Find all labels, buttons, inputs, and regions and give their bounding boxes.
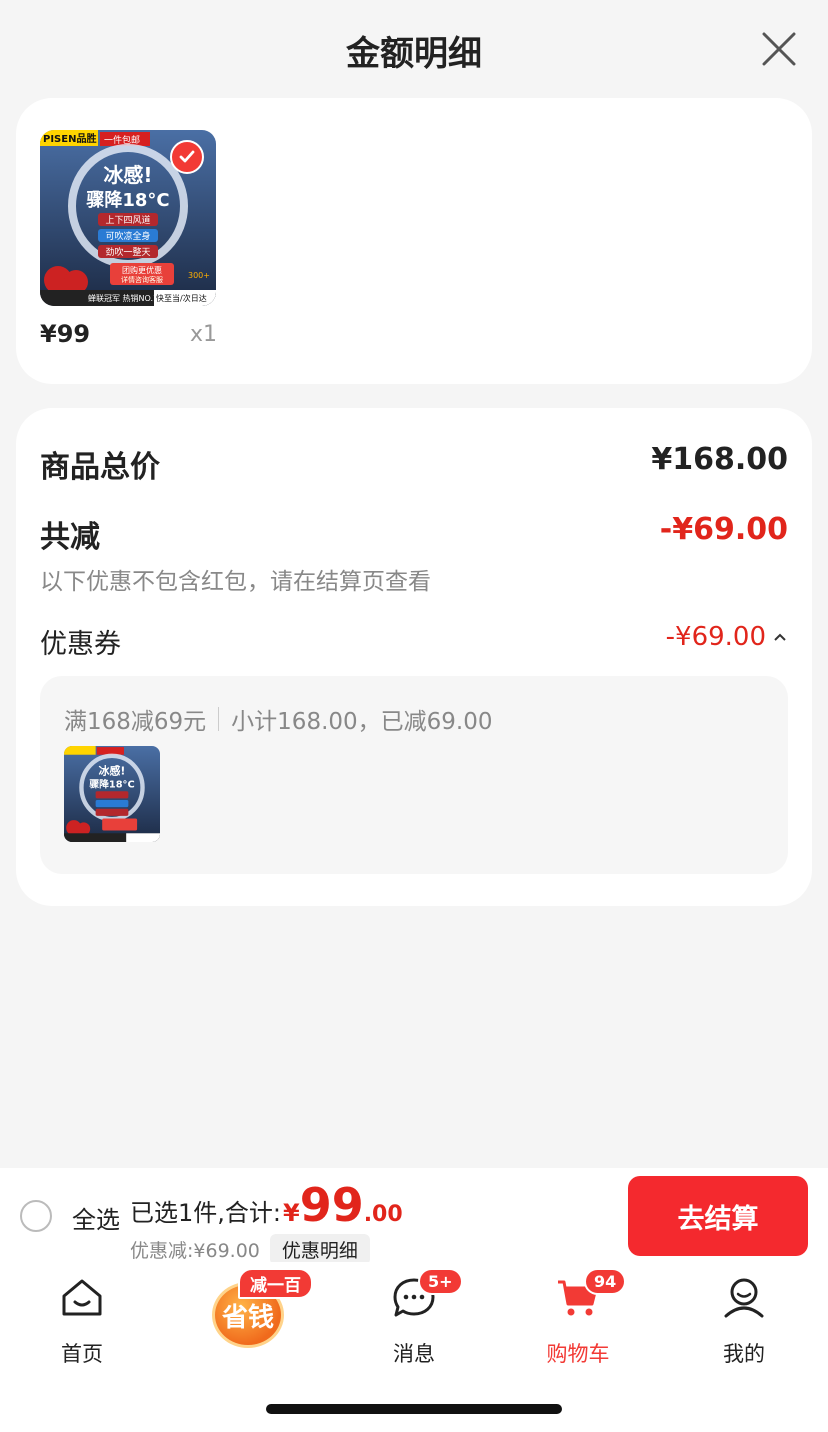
tag-text: 一件包邮 <box>104 134 140 146</box>
sheet-header: 金额明细 <box>0 0 828 96</box>
home-icon <box>62 1279 102 1316</box>
tab-home-label: 首页 <box>61 1342 103 1366</box>
tab-cart[interactable]: 94 购物车 <box>518 1268 638 1366</box>
divider <box>218 707 220 731</box>
coupon-label: 优惠券 <box>40 629 121 660</box>
checkout-button[interactable]: 去结算 <box>628 1176 808 1256</box>
promo-text: 团购更优惠 <box>122 265 162 275</box>
home-indicator <box>266 1404 562 1414</box>
tab-messages[interactable]: 5+ 消息 <box>354 1268 474 1366</box>
brand-text: PISEN品胜 <box>43 132 96 145</box>
selected-check-icon[interactable] <box>170 140 204 174</box>
discount-note: 以下优惠不包含红包，请在结算页查看 <box>40 569 431 595</box>
page-title: 金额明细 <box>346 34 482 74</box>
close-icon <box>762 32 796 66</box>
amount-detail-card: 商品总价 ¥168.00 共减 -¥69.00 以下优惠不包含红包，请在结算页查… <box>16 408 812 906</box>
discount-summary: 优惠减:¥69.00 优惠明细 <box>130 1234 370 1265</box>
promo-sub: 详情咨询客服 <box>121 275 163 284</box>
select-all-label[interactable]: 全选 <box>72 1200 120 1235</box>
reduction-value: -¥69.00 <box>659 512 788 547</box>
user-icon <box>724 1278 764 1318</box>
total-price-label: 商品总价 <box>40 450 160 485</box>
total-currency: ¥ <box>282 1199 300 1227</box>
total-amount-int: 99 <box>299 1178 364 1232</box>
total-amount-dec: .00 <box>363 1202 403 1227</box>
reduction-label: 共减 <box>40 520 100 555</box>
headline-1: 冰感! <box>103 163 152 187</box>
badge-300: 300+ <box>188 271 210 280</box>
total-summary: 已选1件,合计: ¥ 99 .00 <box>130 1182 403 1228</box>
coupon-rule-text: 满168减69元 <box>64 709 207 735</box>
product-card: PISEN品胜 一件包邮 冰感! 骤降18°C 上下四风道 可吹凉全身 劲吹一整… <box>16 98 812 384</box>
coupon-value: -¥69.00 <box>665 622 766 652</box>
headline-2: 骤降18°C <box>86 189 169 211</box>
tab-mine[interactable]: 我的 <box>684 1276 804 1366</box>
tab-home[interactable]: 首页 <box>22 1276 142 1366</box>
feature-3: 劲吹一整天 <box>105 246 150 258</box>
discount-detail-button[interactable]: 优惠明细 <box>269 1234 370 1265</box>
coupon-headline-2: 骤降18°C <box>89 777 134 790</box>
coupon-toggle[interactable]: -¥69.00 <box>666 622 788 652</box>
promo-badge: 减一百 <box>238 1268 313 1299</box>
tab-messages-label: 消息 <box>393 1342 435 1366</box>
product-price: ¥99 <box>40 320 91 348</box>
coupon-product-image: 冰感! 骤降18°C <box>64 746 160 842</box>
cart-badge: 94 <box>584 1268 627 1295</box>
coupon-detail-box: 满168减69元 小计168.00，已减69.00 冰感! 骤降18°C <box>40 676 788 874</box>
bottom-left-text: 蝉联冠军 热销NO.1 <box>88 293 158 303</box>
tab-cart-label: 购物车 <box>546 1342 610 1366</box>
close-button[interactable] <box>760 30 798 68</box>
coupon-rule: 满168减69元 小计168.00，已减69.00 <box>64 702 493 736</box>
coupon-subtotal-text: 小计168.00，已减69.00 <box>231 709 493 735</box>
bottom-right-text: 快至当/次日达 <box>156 293 207 303</box>
messages-badge: 5+ <box>418 1268 463 1295</box>
select-all-checkbox[interactable] <box>20 1200 52 1232</box>
product-quantity: x1 <box>190 322 218 347</box>
tab-mine-label: 我的 <box>723 1342 765 1366</box>
coupon-headline-1: 冰感! <box>99 763 126 777</box>
total-price-value: ¥168.00 <box>651 442 788 477</box>
feature-1: 上下四风道 <box>105 214 150 226</box>
checkout-bar: 全选 已选1件,合计: ¥ 99 .00 优惠减:¥69.00 优惠明细 去结算 <box>0 1168 828 1265</box>
selected-count-text: 已选1件,合计: <box>130 1199 281 1227</box>
chevron-up-icon <box>774 633 786 641</box>
discount-text: 优惠减:¥69.00 <box>130 1240 260 1262</box>
feature-2: 可吹凉全身 <box>105 230 150 242</box>
